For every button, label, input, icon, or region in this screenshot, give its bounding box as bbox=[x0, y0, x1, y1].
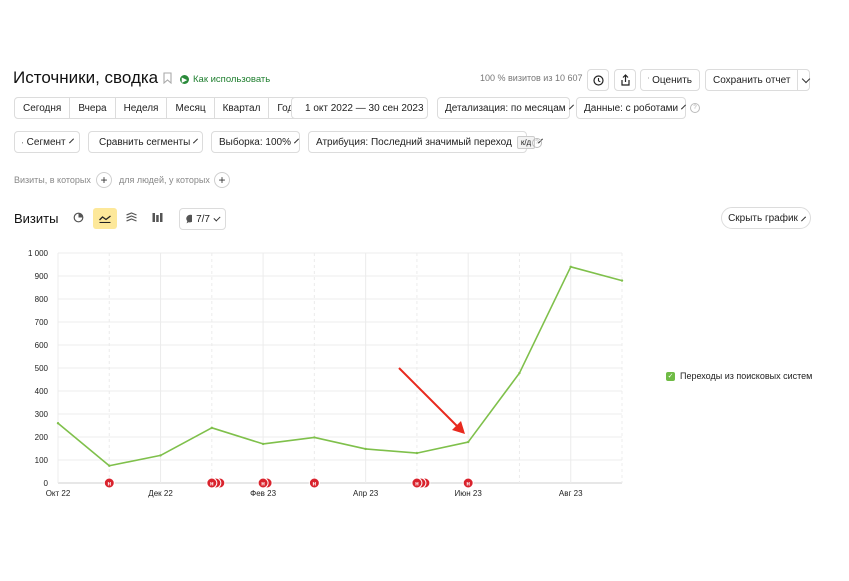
y-tick-label: 300 bbox=[35, 410, 49, 419]
data-point bbox=[261, 442, 265, 446]
y-tick-label: 500 bbox=[35, 364, 49, 373]
y-tick-label: 800 bbox=[35, 295, 49, 304]
y-tick-label: 100 bbox=[35, 456, 49, 465]
svg-text:н: н bbox=[415, 482, 419, 488]
data-point bbox=[56, 422, 60, 425]
svg-text:н: н bbox=[107, 482, 111, 488]
annotation-marker[interactable]: н bbox=[206, 477, 226, 489]
data-point bbox=[313, 436, 316, 439]
svg-text:н: н bbox=[210, 482, 214, 488]
x-tick-label: Окт 22 bbox=[46, 489, 71, 498]
y-tick-label: 400 bbox=[35, 387, 49, 396]
y-tick-label: 900 bbox=[35, 272, 49, 281]
x-tick-label: Авг 23 bbox=[559, 489, 583, 498]
y-tick-label: 200 bbox=[35, 433, 49, 442]
visits-line-chart: 0 100 200 300 400 500 600 700 800 900 1 000 Окт 22… bbox=[28, 249, 624, 498]
data-point bbox=[159, 454, 162, 457]
x-tick-label: Июн 23 bbox=[455, 489, 483, 498]
checkbox-checked-icon: ✓ bbox=[666, 371, 675, 381]
svg-text:н: н bbox=[261, 482, 265, 488]
data-point bbox=[415, 451, 419, 455]
annotation-marker[interactable]: н bbox=[308, 477, 320, 489]
svg-text:н: н bbox=[313, 482, 317, 488]
data-point bbox=[210, 426, 214, 429]
x-tick-label: Фев 23 bbox=[250, 489, 276, 498]
y-tick-label: 700 bbox=[35, 318, 49, 327]
series-line-search-traffic bbox=[57, 265, 623, 467]
data-point bbox=[466, 440, 470, 444]
y-tick-label: 600 bbox=[35, 341, 49, 350]
annotation-marker[interactable]: н bbox=[103, 477, 115, 489]
data-point bbox=[620, 279, 624, 282]
x-tick-label: Апр 23 bbox=[353, 489, 379, 498]
y-tick-label: 1 000 bbox=[28, 249, 49, 258]
annotation-marker[interactable]: н bbox=[462, 477, 474, 489]
annotation-marker[interactable]: н bbox=[411, 477, 431, 489]
svg-text:н: н bbox=[466, 482, 470, 488]
data-point bbox=[364, 447, 367, 451]
data-point bbox=[518, 371, 521, 375]
annotation-marker[interactable]: н bbox=[257, 477, 273, 489]
data-point bbox=[569, 265, 572, 268]
data-point bbox=[108, 464, 111, 467]
x-tick-label: Дек 22 bbox=[148, 489, 173, 498]
red-arrow-annotation bbox=[398, 367, 465, 434]
y-tick-label: 0 bbox=[44, 479, 49, 488]
legend-label: Переходы из поисковых систем bbox=[680, 371, 813, 381]
legend-item-search-traffic[interactable]: ✓ Переходы из поисковых систем bbox=[666, 371, 812, 381]
